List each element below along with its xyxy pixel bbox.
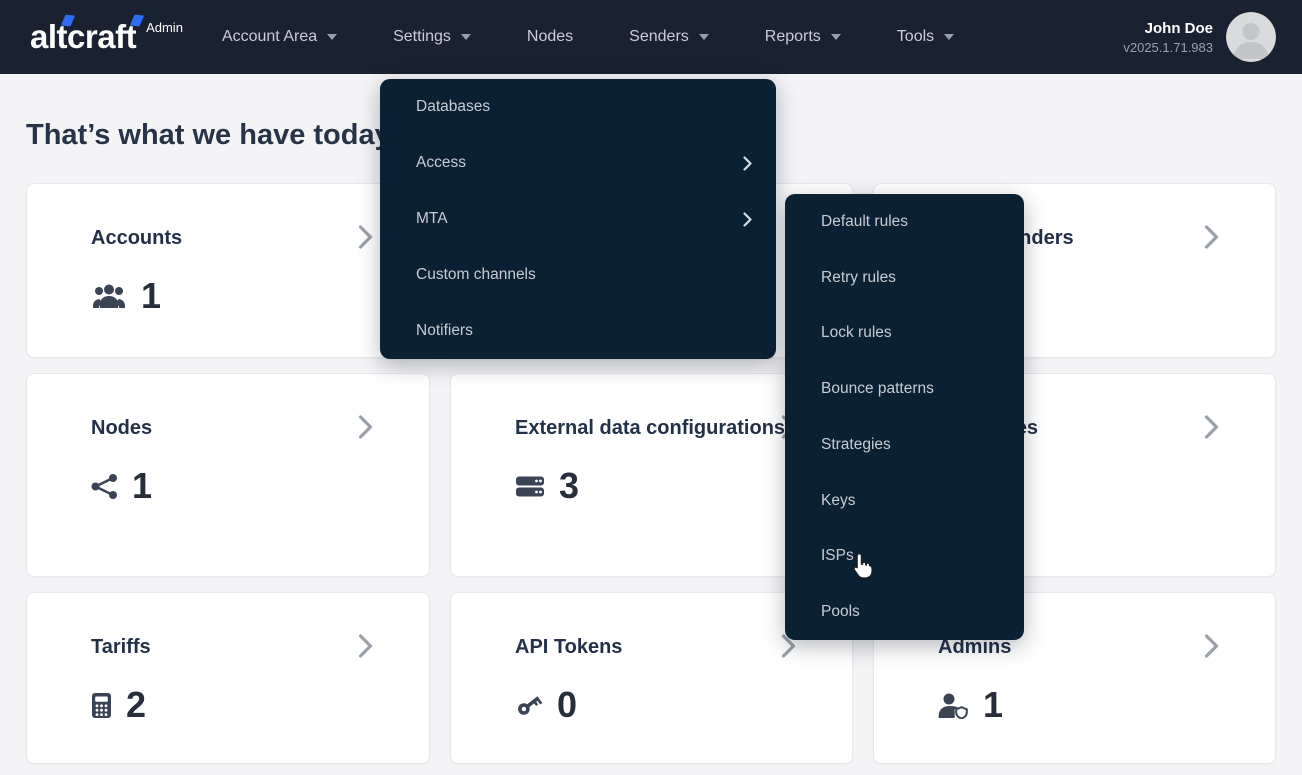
menu-item-strategies[interactable]: Strategies (785, 417, 1024, 473)
chevron-right-icon (743, 212, 752, 227)
key-icon (515, 691, 543, 719)
menu-item-default-rules[interactable]: Default rules (785, 194, 1024, 250)
menu-item-label: Lock rules (821, 324, 1000, 342)
menu-item-label: Bounce patterns (821, 380, 1000, 398)
card-count: 0 (557, 687, 577, 723)
menu-item-label: Access (416, 154, 743, 172)
menu-item-label: Custom channels (416, 266, 752, 284)
nav-item-settings[interactable]: Settings (393, 28, 471, 46)
caret-down-icon (944, 34, 954, 40)
card-count: 2 (126, 687, 146, 723)
nav-item-reports[interactable]: Reports (765, 28, 841, 46)
menu-item-pools[interactable]: Pools (785, 584, 1024, 640)
nav-item-label: Settings (393, 28, 451, 46)
card-count: 1 (141, 278, 161, 314)
version-label: v2025.1.71.983 (1123, 40, 1213, 55)
menu-item-bounce-patterns[interactable]: Bounce patterns (785, 361, 1024, 417)
chevron-right-icon (1204, 224, 1219, 250)
menu-item-isps[interactable]: ISPs (785, 529, 1024, 585)
mta-submenu: Default rules Retry rules Lock rules Bou… (785, 194, 1024, 640)
user-shield-icon (938, 692, 969, 719)
nav-item-senders[interactable]: Senders (629, 28, 709, 46)
caret-down-icon (461, 34, 471, 40)
caret-down-icon (831, 34, 841, 40)
calculator-icon (91, 692, 112, 719)
menu-item-keys[interactable]: Keys (785, 473, 1024, 529)
admin-badge: Admin (146, 20, 183, 35)
menu-item-label: Databases (416, 98, 752, 116)
chevron-right-icon (1204, 633, 1219, 659)
card-title: Nodes (91, 414, 371, 442)
menu-item-label: Retry rules (821, 269, 1000, 287)
brand-logo[interactable]: altcraft Admin (30, 17, 183, 57)
brand-logo-text: altcraft (30, 17, 136, 57)
main-nav: Account Area Settings Nodes Senders Repo… (222, 28, 954, 46)
menu-item-retry-rules[interactable]: Retry rules (785, 250, 1024, 306)
menu-item-custom-channels[interactable]: Custom channels (380, 247, 776, 303)
card-count: 3 (559, 468, 579, 504)
users-icon (91, 283, 127, 310)
chevron-right-icon (1204, 414, 1219, 440)
caret-down-icon (327, 34, 337, 40)
menu-item-notifiers[interactable]: Notifiers (380, 303, 776, 359)
server-icon (515, 474, 545, 499)
chevron-right-icon (358, 224, 373, 250)
top-navigation-bar: altcraft Admin Account Area Settings Nod… (0, 0, 1302, 74)
user-block: John Doe v2025.1.71.983 (1123, 12, 1276, 62)
nav-item-account-area[interactable]: Account Area (222, 28, 337, 46)
nav-item-label: Tools (897, 28, 934, 46)
nav-item-label: Reports (765, 28, 821, 46)
nav-item-tools[interactable]: Tools (897, 28, 954, 46)
chevron-right-icon (743, 156, 752, 171)
nav-item-label: Account Area (222, 28, 317, 46)
card-title: Accounts (91, 224, 371, 252)
card-title: Tariffs (91, 633, 371, 661)
menu-item-label: Strategies (821, 436, 1000, 454)
menu-item-label: Default rules (821, 213, 1000, 231)
menu-item-label: Pools (821, 603, 1000, 621)
nav-item-label: Nodes (527, 28, 573, 46)
share-nodes-icon (91, 473, 118, 500)
card-accounts[interactable]: Accounts 1 (26, 183, 430, 358)
card-count: 1 (132, 468, 152, 504)
avatar[interactable] (1226, 12, 1276, 62)
menu-item-mta[interactable]: MTA (380, 191, 776, 247)
menu-item-access[interactable]: Access (380, 135, 776, 191)
user-name[interactable]: John Doe (1123, 20, 1213, 37)
menu-item-databases[interactable]: Databases (380, 79, 776, 135)
avatar-placeholder-icon (1226, 12, 1276, 62)
menu-item-lock-rules[interactable]: Lock rules (785, 306, 1024, 362)
caret-down-icon (699, 34, 709, 40)
menu-item-label: MTA (416, 210, 743, 228)
card-nodes[interactable]: Nodes 1 (26, 373, 430, 577)
menu-item-label: ISPs (821, 547, 1000, 565)
card-count: 1 (983, 687, 1003, 723)
card-tariffs[interactable]: Tariffs 2 (26, 592, 430, 764)
nav-item-nodes[interactable]: Nodes (527, 28, 573, 46)
settings-dropdown-menu: Databases Access MTA Custom channels Not… (380, 79, 776, 359)
card-title: API Tokens (515, 633, 795, 661)
chevron-right-icon (358, 633, 373, 659)
nav-item-label: Senders (629, 28, 689, 46)
chevron-right-icon (358, 414, 373, 440)
menu-item-label: Notifiers (416, 322, 752, 340)
card-title: External data configurations (515, 414, 795, 442)
menu-item-label: Keys (821, 492, 1000, 510)
